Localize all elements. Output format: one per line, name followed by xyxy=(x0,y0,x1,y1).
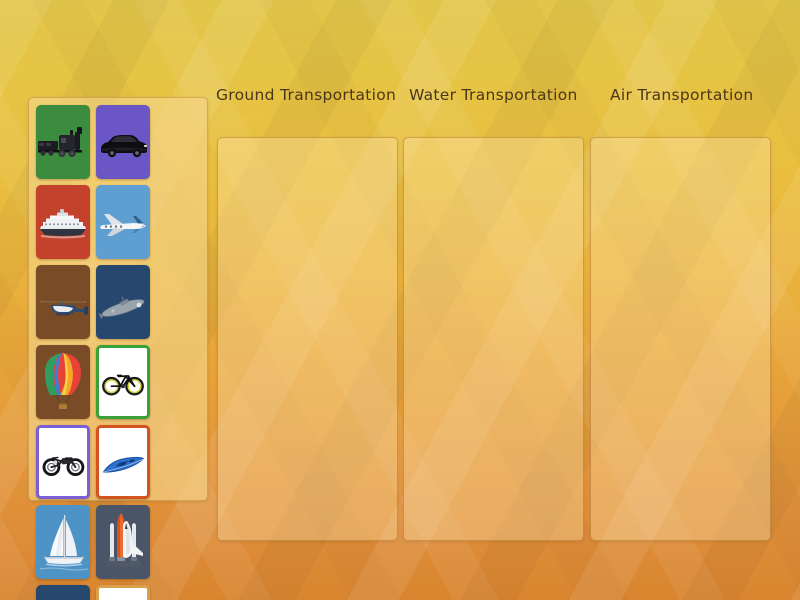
tile-hot-air-balloon[interactable] xyxy=(36,345,90,419)
hot-air-balloon-icon xyxy=(36,345,90,419)
helicopter-icon xyxy=(36,265,90,339)
car-icon xyxy=(96,105,150,179)
column-title-water: Water Transportation xyxy=(409,86,578,104)
tile-kayak[interactable] xyxy=(96,425,150,499)
tile-sailboat[interactable] xyxy=(36,505,90,579)
sailboat-icon xyxy=(36,505,90,579)
bus-icon xyxy=(36,585,90,600)
airplane-icon xyxy=(96,185,150,259)
kayak-icon xyxy=(99,428,147,496)
tile-tray xyxy=(28,97,208,600)
column-title-ground: Ground Transportation xyxy=(216,86,397,104)
tile-bicycle[interactable] xyxy=(96,345,150,419)
tile-motorcycle[interactable] xyxy=(36,425,90,499)
tile-helicopter[interactable] xyxy=(36,265,90,339)
drop-zone-air[interactable] xyxy=(590,137,771,541)
space-shuttle-icon xyxy=(96,505,150,579)
submarine-icon xyxy=(96,265,150,339)
tile-space-shuttle[interactable] xyxy=(96,505,150,579)
jet-ski-icon xyxy=(99,588,147,600)
drop-zone-water[interactable] xyxy=(403,137,584,541)
tile-jet-ski[interactable] xyxy=(96,585,150,600)
tile-bus[interactable] xyxy=(36,585,90,600)
steam-train-icon xyxy=(36,105,90,179)
tile-submarine[interactable] xyxy=(96,265,150,339)
cruise-ship-icon xyxy=(36,185,90,259)
column-title-air: Air Transportation xyxy=(610,86,754,104)
tile-airplane[interactable] xyxy=(96,185,150,259)
tile-cruise-ship[interactable] xyxy=(36,185,90,259)
tile-steam-train[interactable] xyxy=(36,105,90,179)
drop-zone-ground[interactable] xyxy=(217,137,398,541)
bicycle-icon xyxy=(99,348,147,416)
tile-car[interactable] xyxy=(96,105,150,179)
motorcycle-icon xyxy=(39,428,87,496)
